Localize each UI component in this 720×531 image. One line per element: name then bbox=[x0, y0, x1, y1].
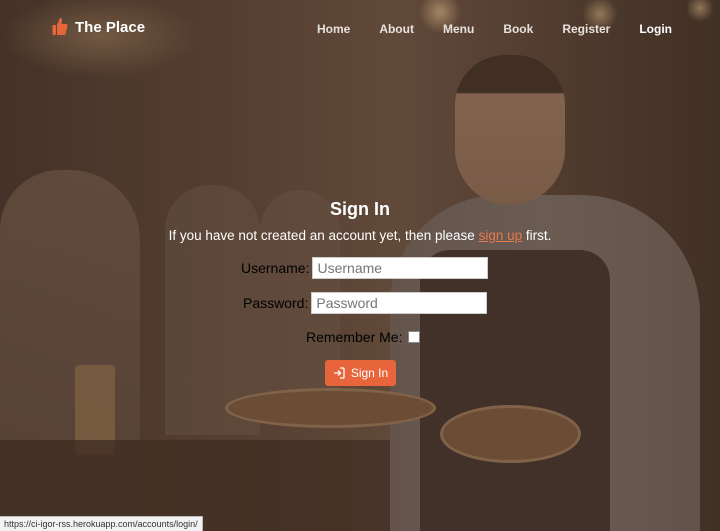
signup-link[interactable]: sign up bbox=[479, 228, 523, 243]
signin-button[interactable]: Sign In bbox=[325, 360, 396, 386]
remember-row: Remember Me: bbox=[306, 329, 421, 345]
brand[interactable]: The Place bbox=[52, 17, 145, 37]
password-label: Password: bbox=[243, 295, 309, 311]
signin-header: Sign In If you have not created an accou… bbox=[0, 196, 720, 246]
nav-link-book[interactable]: Book bbox=[503, 22, 533, 36]
password-input[interactable] bbox=[311, 292, 488, 314]
signup-prompt-prefix: If you have not created an account yet, … bbox=[168, 228, 479, 243]
signup-prompt-suffix: first. bbox=[522, 228, 552, 243]
nav-link-register[interactable]: Register bbox=[562, 22, 610, 36]
brand-name: The Place bbox=[75, 18, 146, 36]
username-label: Username: bbox=[241, 260, 310, 276]
nav-links: Home About Menu Book Register Login bbox=[288, 22, 672, 36]
nav-link-menu[interactable]: Menu bbox=[443, 22, 474, 36]
nav-link-home[interactable]: Home bbox=[317, 22, 350, 36]
password-row: Password: bbox=[243, 292, 488, 314]
page-title: Sign In bbox=[330, 199, 390, 219]
remember-checkbox[interactable] bbox=[408, 331, 421, 343]
thumbs-up-icon bbox=[52, 18, 68, 35]
remember-label: Remember Me: bbox=[306, 329, 403, 345]
username-row: Username: bbox=[241, 257, 489, 279]
sign-in-icon bbox=[333, 367, 345, 379]
signin-button-label: Sign In bbox=[350, 366, 389, 380]
status-bar-url: https://ci-igor-rss.herokuapp.com/accoun… bbox=[0, 516, 203, 531]
username-input[interactable] bbox=[312, 257, 489, 279]
navbar: The Place Home About Menu Book Register … bbox=[0, 0, 720, 58]
signup-prompt: If you have not created an account yet, … bbox=[0, 226, 720, 246]
nav-link-about[interactable]: About bbox=[379, 22, 414, 36]
nav-link-login[interactable]: Login bbox=[639, 22, 672, 36]
